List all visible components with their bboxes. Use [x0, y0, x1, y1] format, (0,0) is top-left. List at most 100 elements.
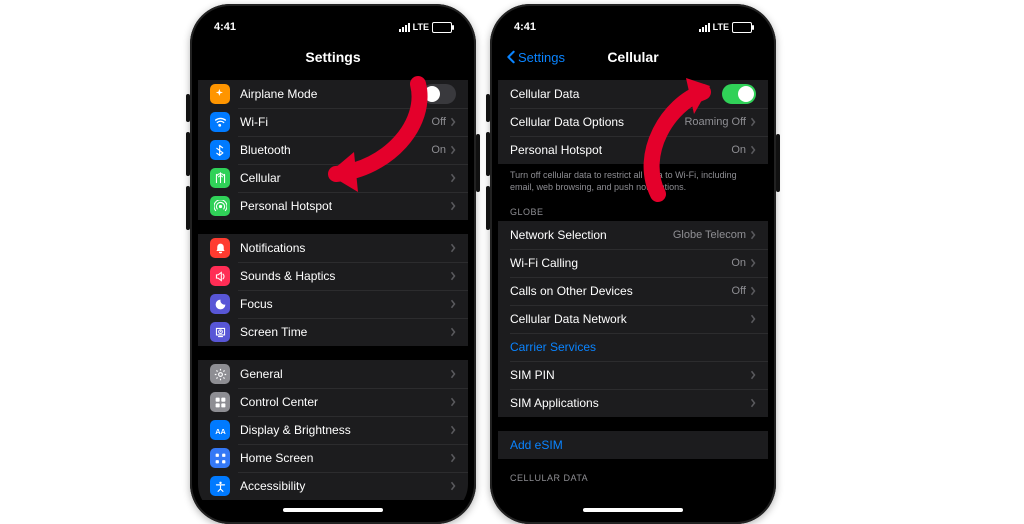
settings-row[interactable]: Notifications	[198, 234, 468, 262]
chevron-right-icon	[450, 173, 456, 183]
focus-icon	[210, 294, 230, 314]
settings-row[interactable]: Control Center	[198, 388, 468, 416]
row-label: SIM PIN	[510, 368, 750, 382]
row-label: Airplane Mode	[240, 87, 422, 101]
row-label: Wi-Fi Calling	[510, 256, 731, 270]
settings-row[interactable]: Wi-Fi CallingOn	[498, 249, 768, 277]
chevron-right-icon	[450, 481, 456, 491]
row-label: Personal Hotspot	[240, 199, 450, 213]
row-label: Focus	[240, 297, 450, 311]
nav-bar: Settings Cellular	[498, 42, 768, 72]
chevron-right-icon	[450, 397, 456, 407]
settings-row[interactable]: Airplane Mode	[198, 80, 468, 108]
row-value: Off	[432, 116, 446, 128]
settings-row[interactable]: General	[198, 360, 468, 388]
screentime-icon	[210, 322, 230, 342]
settings-row[interactable]: Cellular	[198, 164, 468, 192]
settings-row[interactable]: Focus	[198, 290, 468, 318]
settings-row[interactable]: Personal HotspotOn	[498, 136, 768, 164]
home-indicator[interactable]	[283, 508, 383, 512]
settings-row[interactable]: BluetoothOn	[198, 136, 468, 164]
row-label: Notifications	[240, 241, 450, 255]
sounds-icon	[210, 266, 230, 286]
chevron-right-icon	[450, 425, 456, 435]
chevron-right-icon	[450, 453, 456, 463]
row-label: Cellular	[240, 171, 450, 185]
settings-row[interactable]: SIM Applications	[498, 389, 768, 417]
row-value: On	[731, 144, 746, 156]
row-label: Sounds & Haptics	[240, 269, 450, 283]
svg-text:AA: AA	[215, 426, 226, 435]
row-label: Control Center	[240, 395, 450, 409]
control-icon	[210, 392, 230, 412]
display-icon: AA	[210, 420, 230, 440]
settings-row[interactable]: Home Screen	[198, 444, 468, 472]
row-label: Network Selection	[510, 228, 673, 242]
status-time: 4:41	[514, 21, 536, 33]
chevron-right-icon	[750, 117, 756, 127]
section-footer: Turn off cellular data to restrict all d…	[498, 164, 768, 193]
row-value: On	[731, 257, 746, 269]
phone-settings: 4:41 LTE Settings Airplane ModeWi-FiOffB…	[190, 4, 476, 524]
chevron-right-icon	[450, 271, 456, 281]
settings-row[interactable]: Carrier Services	[498, 333, 768, 361]
settings-row[interactable]: Personal Hotspot	[198, 192, 468, 220]
toggle-switch[interactable]	[722, 84, 756, 104]
settings-row[interactable]: Cellular Data	[498, 80, 768, 108]
back-button[interactable]: Settings	[506, 50, 565, 65]
settings-row[interactable]: Screen Time	[198, 318, 468, 346]
section-header: GLOBE	[498, 193, 768, 221]
row-label: Add eSIM	[510, 438, 756, 452]
settings-row[interactable]: Cellular Data Network	[498, 305, 768, 333]
settings-row[interactable]: Cellular Data OptionsRoaming Off	[498, 108, 768, 136]
row-label: Screen Time	[240, 325, 450, 339]
hotspot-icon	[210, 196, 230, 216]
gear-icon	[210, 364, 230, 384]
bluetooth-icon	[210, 140, 230, 160]
airplane-icon	[210, 84, 230, 104]
chevron-right-icon	[750, 398, 756, 408]
cellular-icon	[210, 168, 230, 188]
bell-icon	[210, 238, 230, 258]
chevron-right-icon	[750, 286, 756, 296]
chevron-right-icon	[450, 327, 456, 337]
chevron-right-icon	[450, 201, 456, 211]
chevron-right-icon	[450, 369, 456, 379]
settings-row[interactable]: Network SelectionGlobe Telecom	[498, 221, 768, 249]
row-label: Calls on Other Devices	[510, 284, 732, 298]
settings-row[interactable]: SIM PIN	[498, 361, 768, 389]
row-label: Cellular Data	[510, 87, 722, 101]
chevron-right-icon	[450, 117, 456, 127]
row-label: Carrier Services	[510, 340, 756, 354]
settings-row[interactable]: Add eSIM	[498, 431, 768, 459]
chevron-right-icon	[750, 370, 756, 380]
row-label: Bluetooth	[240, 143, 431, 157]
row-label: Wi-Fi	[240, 115, 432, 129]
row-label: Home Screen	[240, 451, 450, 465]
settings-row[interactable]: Sounds & Haptics	[198, 262, 468, 290]
settings-row[interactable]: Calls on Other DevicesOff	[498, 277, 768, 305]
row-label: Display & Brightness	[240, 423, 450, 437]
row-value: On	[431, 144, 446, 156]
row-label: Cellular Data Network	[510, 312, 750, 326]
access-icon	[210, 476, 230, 496]
settings-row[interactable]: AA Display & Brightness	[198, 416, 468, 444]
status-time: 4:41	[214, 21, 236, 33]
chevron-right-icon	[450, 299, 456, 309]
chevron-right-icon	[750, 314, 756, 324]
home-indicator[interactable]	[583, 508, 683, 512]
chevron-right-icon	[450, 243, 456, 253]
row-value: Roaming Off	[684, 116, 746, 128]
page-title: Cellular	[607, 49, 658, 65]
chevron-right-icon	[750, 230, 756, 240]
chevron-right-icon	[750, 258, 756, 268]
row-label: SIM Applications	[510, 396, 750, 410]
row-value: Off	[732, 285, 746, 297]
page-title: Settings	[305, 49, 360, 65]
settings-row[interactable]: Accessibility	[198, 472, 468, 500]
toggle-switch[interactable]	[422, 84, 456, 104]
section-header: CELLULAR DATA	[498, 459, 768, 487]
row-value: Globe Telecom	[673, 229, 746, 241]
settings-row[interactable]: Wi-FiOff	[198, 108, 468, 136]
row-label: Personal Hotspot	[510, 143, 731, 157]
